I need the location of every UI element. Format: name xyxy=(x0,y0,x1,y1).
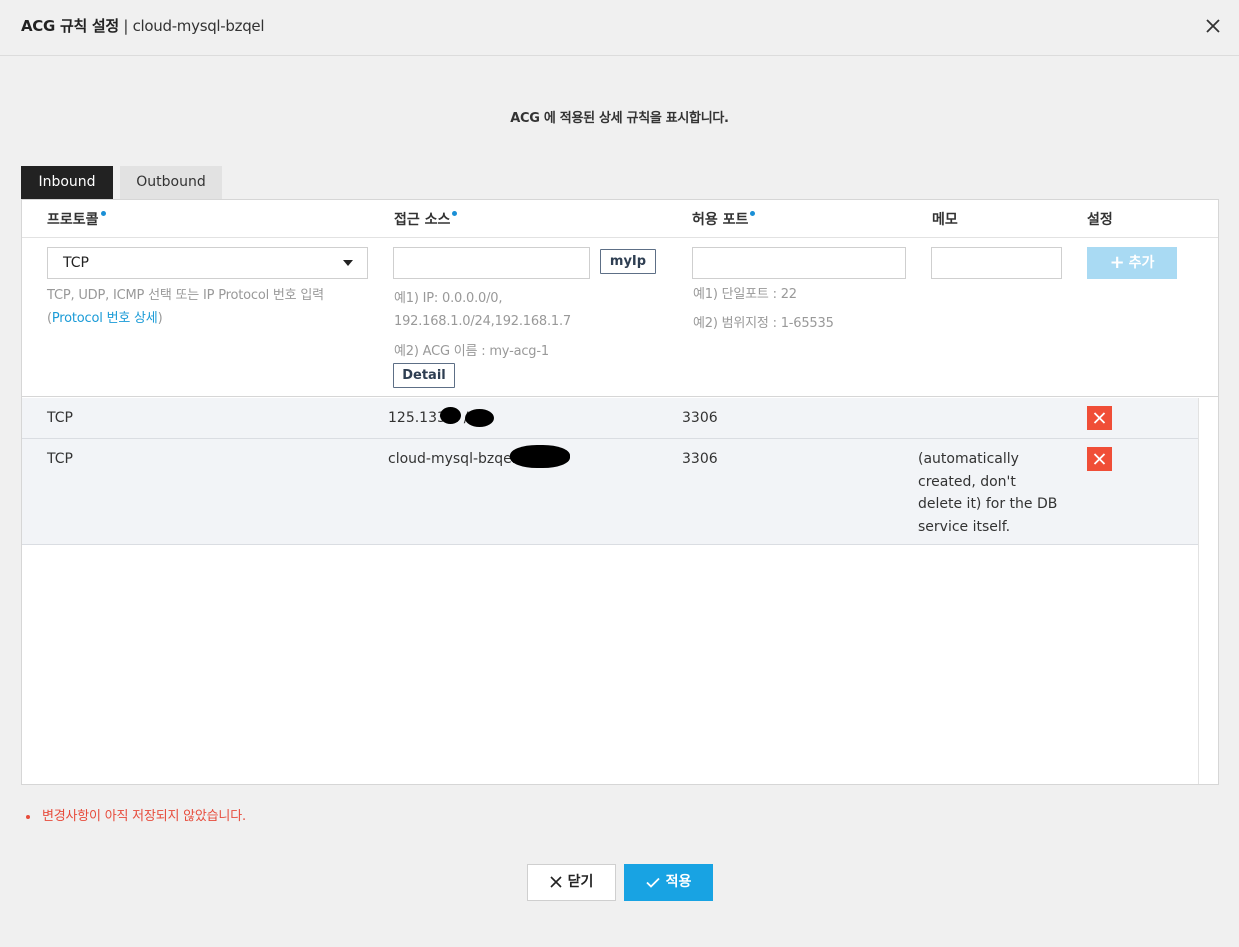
column-header-protocol: 프로토콜 xyxy=(47,209,106,229)
memo-input[interactable] xyxy=(931,247,1062,279)
source-hint-1: 예1) IP: 0.0.0.0/0, 192.168.1.0/24,192.16… xyxy=(394,287,571,333)
add-rule-label: 추가 xyxy=(1128,255,1155,271)
table-row: TCP 125.133. . /32 3306 xyxy=(22,398,1198,439)
column-header-memo: 메모 xyxy=(932,212,958,228)
new-rule-form: TCP TCP, UDP, ICMP 선택 또는 IP Protocol 번호 … xyxy=(22,239,1218,397)
check-icon xyxy=(645,877,660,888)
port-hint-2: 예2) 범위지정 : 1-65535 xyxy=(693,316,834,331)
column-header-port: 허용 포트 xyxy=(692,209,756,229)
column-header-setting: 설정 xyxy=(1087,212,1113,228)
dialog-title-acg-name: cloud-mysql-bzqel xyxy=(132,17,265,35)
source-hint-1-line1: 예1) IP: 0.0.0.0/0, xyxy=(394,291,503,306)
close-button-label: 닫기 xyxy=(567,874,594,890)
delete-x-icon xyxy=(1093,412,1106,424)
unsaved-warning-text: 변경사항이 아직 저장되지 않았습니다. xyxy=(42,809,246,824)
dialog-title: ACG 규칙 설정 | cloud-mysql-bzqel xyxy=(21,15,265,36)
rules-panel: 프로토콜 접근 소스 허용 포트 메모 설정 TCP TCP, UDP, ICM… xyxy=(21,199,1219,785)
table-header: 프로토콜 접근 소스 허용 포트 메모 설정 xyxy=(22,200,1218,238)
dialog-description: ACG 에 적용된 상세 규칙을 표시합니다. xyxy=(510,111,729,126)
rule-memo: (automatically created, don't delete it)… xyxy=(918,451,1058,535)
tab-outbound[interactable]: Outbound xyxy=(120,166,222,199)
port-input[interactable] xyxy=(692,247,906,279)
redaction-mark xyxy=(440,407,461,424)
protocol-select[interactable]: TCP xyxy=(47,247,368,279)
dialog-title-separator: | xyxy=(118,17,133,35)
source-hint-2: 예2) ACG 이름 : my-acg-1 xyxy=(394,344,549,359)
rule-source: cloud-mysql-bzqel( xyxy=(388,451,522,467)
port-hint-1: 예1) 단일포트 : 22 xyxy=(693,287,797,302)
rule-port: 3306 xyxy=(682,410,718,426)
table-row: TCP cloud-mysql-bzqel( 3306 (automatical… xyxy=(22,439,1198,545)
protocol-select-value: TCP xyxy=(63,255,89,271)
plus-icon: + xyxy=(1109,252,1125,273)
warning-dot-icon xyxy=(26,814,30,819)
protocol-hint-close: ) xyxy=(157,311,163,326)
source-input[interactable] xyxy=(393,247,590,279)
rules-scrollbar[interactable] xyxy=(1198,398,1218,784)
unsaved-warning: 변경사항이 아직 저장되지 않았습니다. xyxy=(23,805,246,824)
detail-button[interactable]: Detail xyxy=(393,363,455,388)
myip-button[interactable]: myIp xyxy=(600,249,656,274)
close-icon[interactable] xyxy=(1202,15,1224,37)
add-rule-button[interactable]: + 추가 xyxy=(1087,247,1177,279)
redaction-mark xyxy=(510,445,570,468)
close-button[interactable]: 닫기 xyxy=(527,864,616,901)
required-dot-icon xyxy=(452,211,458,216)
source-hint-1-line2: 192.168.1.0/24,192.168.1.7 xyxy=(394,314,571,329)
delete-rule-button[interactable] xyxy=(1087,406,1112,430)
required-dot-icon xyxy=(750,211,756,216)
dialog-title-main: ACG 규칙 설정 xyxy=(21,17,119,35)
apply-button[interactable]: 적용 xyxy=(624,864,713,901)
tab-inbound[interactable]: Inbound xyxy=(21,166,113,199)
column-header-source-label: 접근 소스 xyxy=(394,212,451,228)
rule-protocol: TCP xyxy=(47,451,73,467)
rule-port: 3306 xyxy=(682,451,718,467)
column-header-source: 접근 소스 xyxy=(394,209,458,229)
protocol-hint-text: TCP, UDP, ICMP 선택 또는 IP Protocol 번호 입력 xyxy=(47,288,324,303)
protocol-hint: TCP, UDP, ICMP 선택 또는 IP Protocol 번호 입력 (… xyxy=(47,284,377,330)
apply-button-label: 적용 xyxy=(665,874,692,890)
redaction-mark xyxy=(465,409,494,427)
required-dot-icon xyxy=(100,211,106,216)
dropdown-arrow-icon xyxy=(343,260,353,266)
rule-protocol: TCP xyxy=(47,410,73,426)
close-icon xyxy=(550,876,562,888)
dialog-header: ACG 규칙 설정 | cloud-mysql-bzqel xyxy=(0,0,1239,56)
rules-list: TCP 125.133. . /32 3306 TCP cloud-mysql-… xyxy=(22,398,1198,545)
column-header-port-label: 허용 포트 xyxy=(692,212,749,228)
column-header-protocol-label: 프로토콜 xyxy=(47,212,99,228)
delete-x-icon xyxy=(1093,453,1106,465)
protocol-number-detail-link[interactable]: Protocol 번호 상세 xyxy=(52,311,158,326)
delete-rule-button[interactable] xyxy=(1087,447,1112,471)
